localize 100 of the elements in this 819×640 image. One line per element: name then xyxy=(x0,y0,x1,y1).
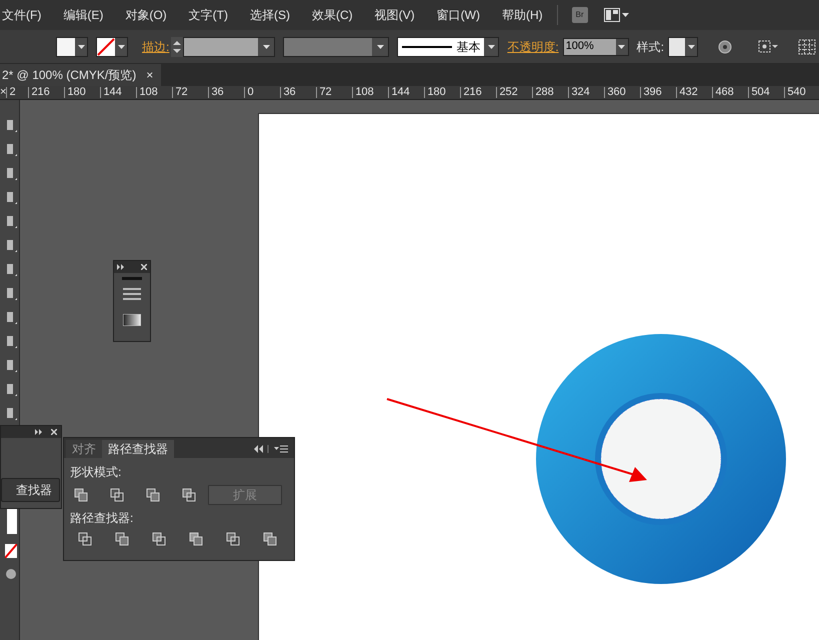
selection-icon[interactable] xyxy=(758,40,778,54)
ruler-label: 108 xyxy=(355,86,374,98)
grip-icon[interactable] xyxy=(122,277,142,280)
pathfinder-icon[interactable] xyxy=(78,532,92,546)
ruler-label: 108 xyxy=(139,86,158,98)
dropdown[interactable] xyxy=(183,36,276,56)
caret-icon xyxy=(78,44,84,48)
caret-icon xyxy=(688,44,695,48)
ruler-label: 144 xyxy=(391,86,410,98)
pathfinder-icon[interactable] xyxy=(182,488,196,502)
pathfinder-icon[interactable] xyxy=(74,488,88,502)
tool-icon[interactable] xyxy=(7,238,17,252)
ruler-label: 540 xyxy=(787,86,806,98)
menu-icon[interactable] xyxy=(123,288,141,300)
ruler-label: 216 xyxy=(463,86,482,98)
menu-item[interactable]: 视图(V) xyxy=(374,6,415,24)
close-icon[interactable] xyxy=(141,264,147,270)
ruler-label: 504 xyxy=(751,86,770,98)
panel-tab[interactable]: 路径查找器 xyxy=(102,440,174,458)
pathfinder-icon[interactable] xyxy=(110,488,124,502)
ruler-label: 468 xyxy=(715,86,734,98)
opacity-field[interactable]: 100% xyxy=(562,38,629,56)
tool-icon[interactable] xyxy=(7,214,17,228)
close-button[interactable]: × xyxy=(0,87,6,98)
stroke-swatch[interactable] xyxy=(5,544,17,558)
menu-item[interactable]: 窗口(W) xyxy=(436,6,480,24)
pathfinder-icon[interactable] xyxy=(226,532,240,546)
workspace-switcher[interactable] xyxy=(604,8,629,22)
caret-icon xyxy=(118,44,124,48)
panel-menu-icon[interactable] xyxy=(254,445,290,453)
tool-icon[interactable] xyxy=(7,286,17,300)
caret-icon xyxy=(622,13,629,17)
document-tab[interactable]: 2* @ 100% (CMYK/预览) × xyxy=(0,64,162,86)
bridge-button[interactable]: Br xyxy=(572,7,588,23)
ruler-label: 180 xyxy=(427,86,446,98)
menu-item[interactable]: 对象(O) xyxy=(125,6,167,24)
menu-item[interactable]: 文字(T) xyxy=(188,6,228,24)
layout-icon xyxy=(604,8,620,22)
panel-button[interactable]: 查找器 xyxy=(1,478,60,502)
menu-item[interactable]: 选择(S) xyxy=(250,6,290,24)
stroke-style-dropdown[interactable]: 基本 xyxy=(397,36,500,56)
document-title: 2* @ 100% (CMYK/预览) xyxy=(2,67,136,84)
caret-icon xyxy=(376,44,384,48)
tool-icon[interactable] xyxy=(7,406,17,420)
caret-icon xyxy=(262,44,270,48)
ruler-label: 252 xyxy=(499,86,518,98)
ruler-label: 72 xyxy=(319,86,332,98)
pathfinder-icon[interactable] xyxy=(152,532,166,546)
pathfinder-icon[interactable] xyxy=(263,532,277,546)
ruler-label: 144 xyxy=(103,86,122,98)
style-swatch[interactable] xyxy=(668,36,698,56)
spinner-icon[interactable] xyxy=(171,36,184,56)
pathfinder-icon[interactable] xyxy=(189,532,203,546)
close-button[interactable]: × xyxy=(146,66,154,84)
recolor-icon[interactable] xyxy=(718,40,732,54)
ruler-label: 396 xyxy=(643,86,662,98)
stroke-swatch[interactable] xyxy=(96,36,128,56)
pathfinders-label: 路径查找器: xyxy=(70,510,134,527)
ruler-label: 0 xyxy=(247,86,254,98)
ruler-label: 36 xyxy=(211,86,224,98)
tool-icon[interactable] xyxy=(7,310,17,324)
tool-icon[interactable] xyxy=(7,166,17,180)
tool-icon[interactable] xyxy=(7,118,17,132)
tool-icon[interactable] xyxy=(7,262,17,276)
gradient-icon[interactable] xyxy=(123,314,141,326)
close-icon[interactable] xyxy=(51,429,57,435)
stroke-style-value: 基本 xyxy=(456,38,480,56)
stroke-label[interactable]: 描边: xyxy=(142,38,170,56)
menu-item[interactable]: 效果(C) xyxy=(312,6,353,24)
menu-item[interactable]: 文件(F) xyxy=(2,6,42,24)
ruler-label: 2 xyxy=(9,86,16,98)
pathfinder-icon[interactable] xyxy=(146,488,160,502)
ruler-label: 288 xyxy=(535,86,554,98)
mode-icon[interactable] xyxy=(5,568,17,580)
expand-icon[interactable] xyxy=(117,264,125,270)
menu-item[interactable]: 编辑(E) xyxy=(63,6,104,24)
ruler-label: 360 xyxy=(607,86,626,98)
ruler-label: 180 xyxy=(67,86,86,98)
style-label: 样式: xyxy=(636,38,664,56)
tool-icon[interactable] xyxy=(7,358,17,372)
menu-item[interactable]: 帮助(H) xyxy=(502,6,543,24)
caret-icon xyxy=(488,44,495,48)
grid-icon[interactable] xyxy=(798,38,816,54)
tool-icon[interactable] xyxy=(7,334,17,348)
expand-icon[interactable] xyxy=(35,429,43,435)
panel-tab[interactable]: 对齐 xyxy=(66,440,102,458)
tool-icon[interactable] xyxy=(7,190,17,204)
shape-modes-label: 形状模式: xyxy=(70,464,122,481)
fill-swatch[interactable] xyxy=(7,508,17,534)
tool-icon[interactable] xyxy=(7,142,17,156)
pathfinder-icon[interactable] xyxy=(115,532,129,546)
ruler-label: 72 xyxy=(175,86,188,98)
opacity-label[interactable]: 不透明度: xyxy=(507,38,559,56)
ruler-label: 216 xyxy=(31,86,50,98)
dropdown[interactable] xyxy=(283,36,390,56)
ruler-label: 36 xyxy=(283,86,296,98)
tool-icon[interactable] xyxy=(7,382,17,396)
caret-icon xyxy=(618,44,626,48)
ruler-label: 324 xyxy=(571,86,590,98)
fill-swatch[interactable] xyxy=(56,36,88,56)
